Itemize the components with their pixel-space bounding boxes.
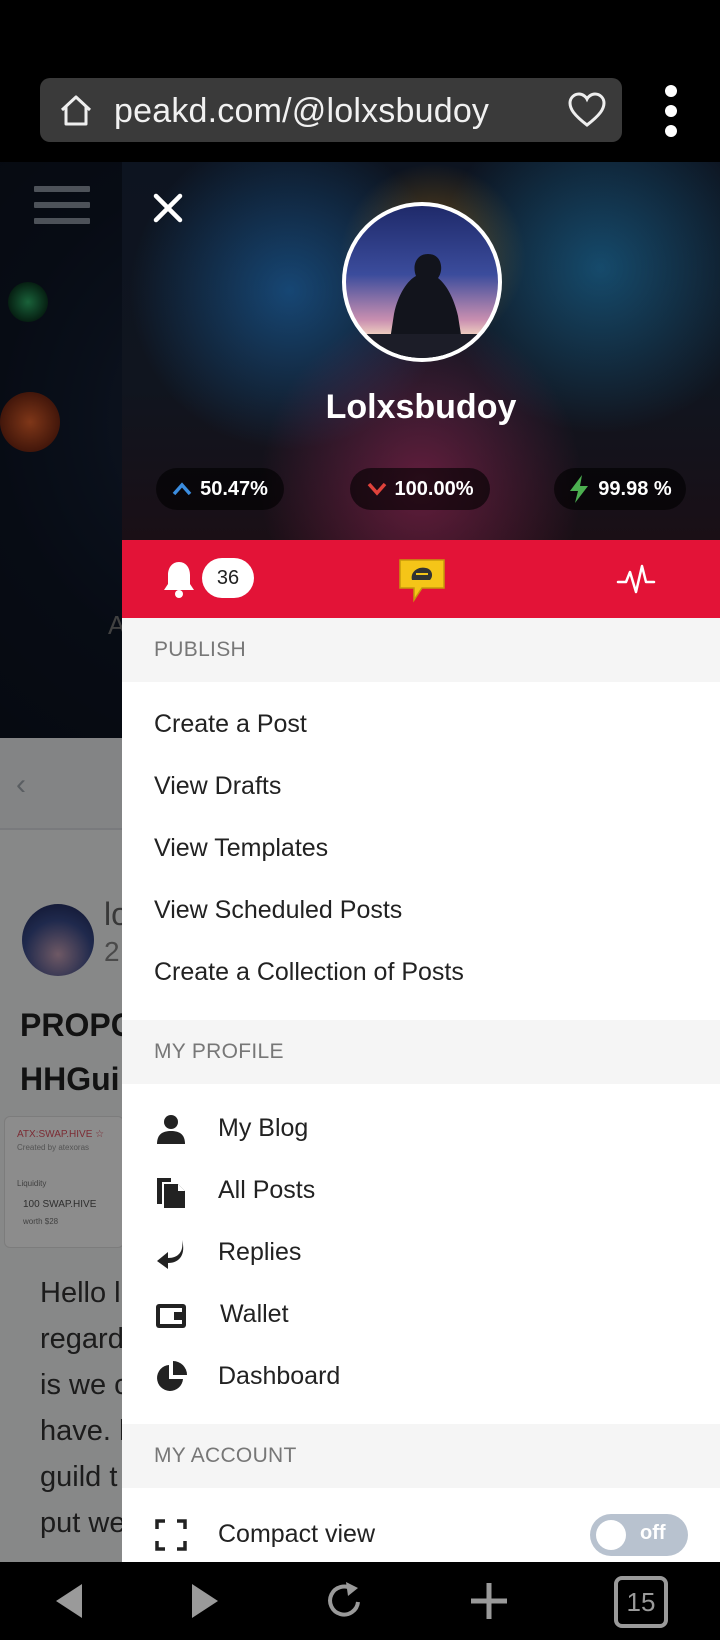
expand-icon (155, 1519, 187, 1551)
section-header-my-profile: MY PROFILE (122, 1020, 720, 1084)
pie-chart-icon (157, 1361, 187, 1391)
lightning-icon (570, 475, 589, 503)
reply-icon (157, 1240, 184, 1269)
chevron-down-icon (367, 482, 386, 496)
menu-item-my-blog[interactable]: My Blog (154, 1106, 694, 1152)
side-drawer: Lolxsbudoy 50.47% 100.00% 99.98 % 36 PUB… (122, 162, 720, 1562)
more-options-icon[interactable] (658, 84, 684, 138)
wallet-icon (156, 1304, 186, 1328)
profile-avatar[interactable] (342, 202, 502, 362)
activity-icon[interactable] (616, 562, 656, 596)
menu-item-view-scheduled-posts[interactable]: View Scheduled Posts (154, 896, 402, 925)
section-header-my-account: MY ACCOUNT (122, 1424, 720, 1488)
chat-icon[interactable] (396, 554, 448, 604)
menu-item-label: Compact view (218, 1520, 375, 1548)
documents-icon (157, 1178, 185, 1208)
bell-icon[interactable] (162, 560, 196, 598)
chevron-up-icon (172, 482, 192, 496)
menu-item-replies[interactable]: Replies (154, 1230, 694, 1276)
browser-bottom-bar: 15 (0, 1562, 720, 1640)
menu-item-view-drafts[interactable]: View Drafts (154, 772, 281, 801)
menu-item-wallet[interactable]: Wallet (154, 1292, 694, 1338)
resource-credits-badge: 99.98 % (554, 468, 686, 510)
back-icon[interactable] (50, 1580, 90, 1622)
compact-view-toggle[interactable]: off (590, 1514, 688, 1556)
upvote-power-value: 50.47% (200, 477, 268, 500)
downvote-power-badge: 100.00% (350, 468, 490, 510)
user-icon (157, 1115, 185, 1144)
menu-item-create-collection[interactable]: Create a Collection of Posts (154, 958, 464, 987)
menu-item-all-posts[interactable]: All Posts (154, 1168, 694, 1214)
menu-item-create-post[interactable]: Create a Post (154, 710, 307, 739)
menu-item-label: Replies (218, 1238, 302, 1266)
menu-item-label: Wallet (220, 1300, 289, 1328)
menu-item-label: Dashboard (218, 1362, 341, 1390)
profile-header: Lolxsbudoy 50.47% 100.00% 99.98 % (122, 162, 720, 540)
url-bar[interactable]: peakd.com/@lolxsbudoy (40, 78, 622, 142)
profile-name[interactable]: Lolxsbudoy (122, 388, 720, 427)
drawer-action-bar: 36 (122, 540, 720, 618)
tab-count-button[interactable]: 15 (614, 1576, 668, 1628)
close-icon[interactable] (150, 190, 186, 226)
reload-icon[interactable] (324, 1580, 366, 1622)
upvote-power-badge: 50.47% (156, 468, 284, 510)
toggle-state-label: off (640, 1522, 666, 1544)
forward-icon[interactable] (184, 1580, 224, 1622)
section-header-publish: PUBLISH (122, 618, 720, 682)
menu-item-label: All Posts (218, 1176, 316, 1204)
menu-item-view-templates[interactable]: View Templates (154, 834, 328, 863)
menu-item-dashboard[interactable]: Dashboard (154, 1354, 694, 1400)
new-tab-icon[interactable] (468, 1580, 510, 1622)
browser-top-bar: peakd.com/@lolxsbudoy (0, 0, 720, 162)
toggle-knob (596, 1520, 626, 1550)
downvote-power-value: 100.00% (394, 477, 474, 500)
menu-item-label: My Blog (218, 1114, 309, 1142)
home-icon[interactable] (58, 92, 94, 128)
url-text[interactable]: peakd.com/@lolxsbudoy (114, 92, 489, 131)
heart-icon[interactable] (568, 92, 606, 128)
resource-credits-value: 99.98 % (598, 477, 672, 500)
notification-count-badge[interactable]: 36 (202, 558, 254, 598)
